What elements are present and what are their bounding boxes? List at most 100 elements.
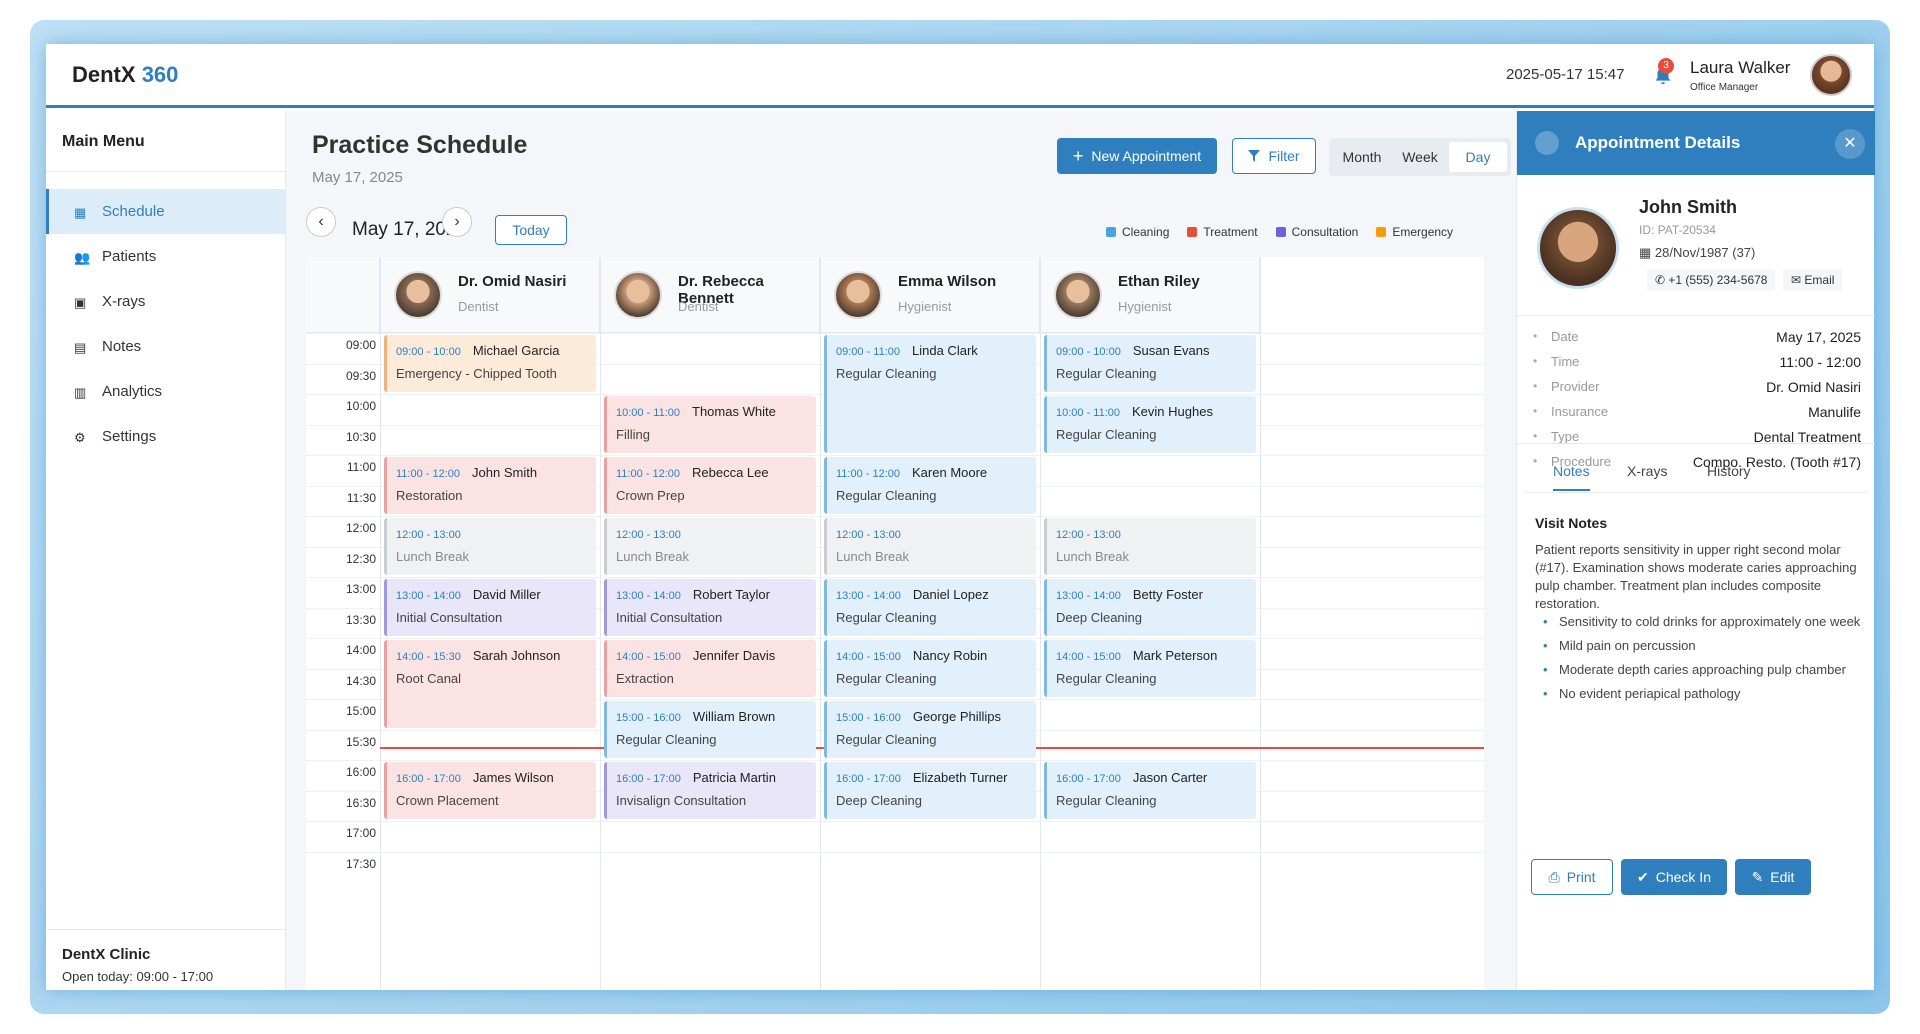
avatar[interactable] [1810, 54, 1852, 96]
email-chip[interactable]: ✉ Email [1783, 269, 1843, 291]
appointment-card[interactable]: 12:00 - 13:00 Lunch Break [1044, 518, 1256, 575]
print-button[interactable]: ⎙ Print [1531, 859, 1613, 895]
appointment-card[interactable]: 14:00 - 15:00 Nancy Robin Regular Cleaning [824, 640, 1036, 697]
tab-xrays[interactable]: X-rays [1627, 463, 1667, 479]
panel-title: Appointment Details [1575, 133, 1741, 152]
appointment-card[interactable]: 09:00 - 10:00 Susan Evans Regular Cleaning [1044, 335, 1256, 392]
view-week-button[interactable]: Week [1391, 142, 1449, 172]
page-subtitle: May 17, 2025 [312, 169, 403, 186]
divider [1517, 315, 1875, 316]
tab-history[interactable]: History [1707, 463, 1751, 479]
view-day-button[interactable]: Day [1449, 142, 1507, 172]
phone-chip[interactable]: ✆ +1 (555) 234-5678 [1647, 269, 1776, 291]
appointment-card[interactable]: 12:00 - 13:00 Lunch Break [384, 518, 596, 575]
provider-header: Ethan Riley Hygienist [1040, 257, 1260, 333]
time-label: 16:30 [345, 795, 376, 810]
appointment-card[interactable]: 13:00 - 14:00 David Miller Initial Consult… [384, 579, 596, 636]
patient-name: John Smith [1639, 197, 1737, 217]
appointment-header: 16:00 - 17:00 Patricia Martin [616, 769, 807, 787]
filter-button[interactable]: Filter [1232, 138, 1316, 174]
appointment-description: Regular Cleaning [1056, 427, 1157, 442]
appointment-card[interactable]: 10:00 - 11:00 Thomas White Filling [604, 396, 816, 453]
appointment-header: 13:00 - 14:00 David Miller [396, 586, 587, 604]
top-bar: DentX 360 2025-05-17 15:47 3 Laura Walke… [46, 44, 1874, 108]
sidebar-item-label: Schedule [102, 203, 165, 220]
appointment-card[interactable]: 09:00 - 11:00 Linda Clark Regular Cleaning [824, 335, 1036, 453]
email-label: Email [1804, 273, 1835, 287]
appointment-card[interactable]: 16:00 - 17:00 James Wilson Crown Placement [384, 762, 596, 819]
sidebar-item-patients[interactable]: 👥 Patients [46, 234, 286, 279]
close-icon[interactable]: ✕ [1835, 129, 1865, 159]
patient-dob: ▦ 28/Nov/1987 (37) [1639, 245, 1755, 261]
appointment-description: Lunch Break [616, 549, 689, 564]
appointment-time: 11:00 - 12:00 [396, 468, 461, 480]
today-button[interactable]: Today [495, 215, 567, 245]
view-month-button[interactable]: Month [1333, 142, 1391, 172]
legend-swatch [1187, 227, 1198, 237]
next-day-button[interactable]: › [442, 207, 472, 237]
new-appointment-button[interactable]: + New Appointment [1057, 138, 1217, 174]
sidebar-item-settings[interactable]: ⚙ Settings [46, 414, 286, 459]
appointment-card[interactable]: 16:00 - 17:00 Patricia Martin Invisalign C… [604, 762, 816, 819]
legend-swatch [1106, 227, 1116, 237]
appointment-description: Regular Cleaning [836, 366, 937, 381]
legend-swatch [1376, 227, 1387, 237]
appointment-card[interactable]: 12:00 - 13:00 Lunch Break [824, 518, 1036, 575]
appointment-card[interactable]: 12:00 - 13:00 Lunch Break [604, 518, 816, 575]
appointment-card[interactable]: 16:00 - 17:00 Jason Carter Regular Cleanin… [1044, 762, 1256, 819]
notification-badge: 3 [1658, 58, 1674, 74]
appointment-card[interactable]: 13:00 - 14:00 Robert Taylor Initial Consul… [604, 579, 816, 636]
appointment-card[interactable]: 13:00 - 14:00 Betty Foster Deep Cleaning [1044, 579, 1256, 636]
appointment-time: 14:00 - 15:00 [1056, 651, 1121, 663]
appointment-card[interactable]: 11:00 - 12:00 John Smith Restoration [384, 457, 596, 514]
appointment-card[interactable]: 14:00 - 15:30 Sarah Johnson Root Canal [384, 640, 596, 728]
appointment-description: Regular Cleaning [1056, 793, 1157, 808]
provider-role: Dentist [678, 299, 719, 314]
edit-button[interactable]: ✎ Edit [1735, 859, 1811, 895]
time-label: 12:30 [345, 551, 376, 566]
sidebar-item-analytics[interactable]: ▥ Analytics [46, 369, 286, 414]
appointment-card[interactable]: 14:00 - 15:00 Mark Peterson Regular Cleani… [1044, 640, 1256, 697]
appointment-time: 10:00 - 11:00 [616, 407, 681, 419]
grid-line [306, 821, 1484, 822]
calendar-icon: ▦ [1639, 245, 1655, 260]
time-column-divider [380, 257, 381, 990]
gear-icon: ⚙ [74, 429, 86, 445]
sidebar-item-schedule[interactable]: ▦ Schedule [46, 189, 286, 234]
clipboard-icon: • [1533, 429, 1538, 443]
prev-day-button[interactable]: ‹ [306, 207, 336, 237]
appointment-card[interactable]: 14:00 - 15:00 Jennifer Davis Extraction [604, 640, 816, 697]
user-name[interactable]: Laura Walker [1690, 58, 1790, 78]
appointment-card[interactable]: 15:00 - 16:00 George Phillips Regular Clea… [824, 701, 1036, 758]
legend: Cleaning Treatment Consultation Emergency [1106, 225, 1453, 239]
appointment-card[interactable]: 11:00 - 12:00 Karen Moore Regular Cleaning [824, 457, 1036, 514]
appointment-header: 10:00 - 11:00 Thomas White [616, 403, 807, 421]
appointment-time: 16:00 - 17:00 [836, 773, 901, 785]
appointment-card[interactable]: 11:00 - 12:00 Rebecca Lee Crown Prep [604, 457, 816, 514]
appointment-card[interactable]: 09:00 - 10:00 Michael Garcia Emergency - C… [384, 335, 596, 392]
appointment-patient: Susan Evans [1132, 343, 1210, 358]
appointment-card[interactable]: 15:00 - 16:00 William Brown Regular Cleani… [604, 701, 816, 758]
time-label: 17:30 [345, 856, 376, 871]
check-circle-icon: ✔ [1637, 868, 1649, 885]
provider-name: Dr. Omid Nasiri [458, 273, 567, 290]
calendar-icon: • [1533, 329, 1538, 343]
check-in-button[interactable]: ✔ Check In [1621, 859, 1727, 895]
column-divider [1040, 257, 1041, 990]
appointment-card[interactable]: 13:00 - 14:00 Daniel Lopez Regular Cleanin… [824, 579, 1036, 636]
sidebar-item-xrays[interactable]: ▣ X-rays [46, 279, 286, 324]
appointment-description: Initial Consultation [616, 610, 723, 625]
main-menu: ▦ Schedule 👥 Patients ▣ X-rays ▤ Notes ▥ Analytic… [46, 189, 286, 459]
grid-line [306, 333, 1484, 334]
appointment-card[interactable]: 10:00 - 11:00 Kevin Hughes Regular Cleanin… [1044, 396, 1256, 453]
chevron-right-icon: › [454, 213, 460, 230]
tab-notes[interactable]: Notes [1553, 463, 1590, 491]
list-item: No evident periapical pathology [1535, 685, 1861, 703]
appointment-card[interactable]: 16:00 - 17:00 Elizabeth Turner Deep Cleani… [824, 762, 1036, 819]
time-header [306, 257, 380, 333]
appointment-patient: Karen Moore [912, 465, 988, 480]
detail-row-type: • Type Dental Treatment [1533, 429, 1861, 454]
sidebar-item-notes[interactable]: ▤ Notes [46, 324, 286, 369]
appointment-description: Crown Prep [616, 488, 685, 503]
appointment-description: Regular Cleaning [616, 732, 717, 747]
